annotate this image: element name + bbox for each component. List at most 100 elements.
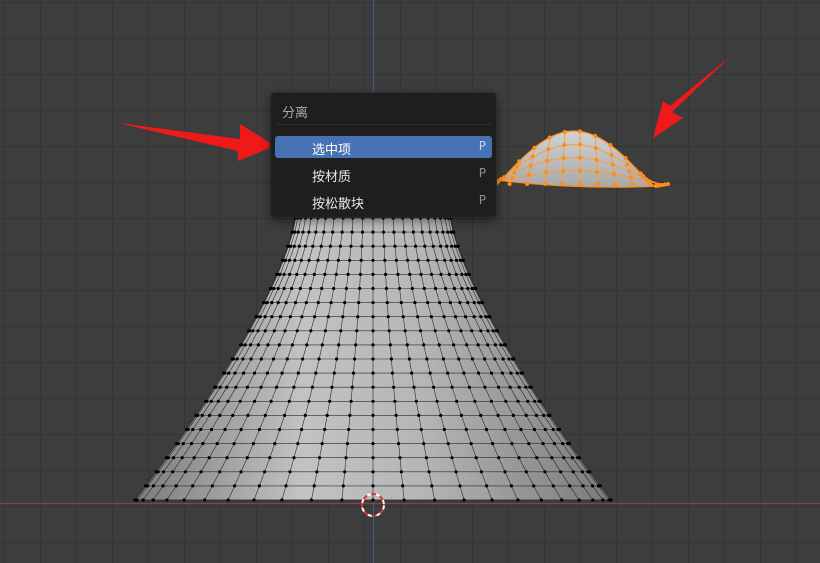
mesh-vertex: [431, 244, 435, 248]
mesh-vertex: [263, 315, 267, 319]
mesh-vertex: [427, 470, 431, 474]
mesh-vertex: [194, 413, 198, 417]
mesh-vertex: [414, 244, 418, 248]
mesh-vertex: [487, 315, 491, 319]
mesh-vertex: [546, 413, 550, 417]
mesh-vertex: [470, 357, 475, 361]
mesh-vertex: [253, 399, 257, 403]
mesh-vertex: [394, 413, 398, 417]
mesh-vertex: [210, 484, 214, 488]
mesh-vertex: [438, 301, 442, 305]
mesh-vertex: [429, 315, 433, 319]
mesh-vertex: [284, 301, 288, 305]
mesh-vertex: [319, 244, 323, 248]
mesh-vertex: [293, 258, 297, 262]
mesh-vertex: [479, 329, 483, 333]
mesh-vertex: [360, 244, 364, 248]
mesh-vertex: [263, 329, 267, 333]
mesh-vertex: [452, 286, 456, 291]
mesh-vertex: [393, 244, 397, 248]
mesh-vertex: [423, 244, 427, 248]
selected-vertex: [562, 143, 567, 147]
mesh-vertex: [445, 244, 449, 248]
mesh-vertex: [223, 427, 227, 432]
mesh-vertex: [543, 427, 547, 432]
mesh-vertex: [508, 385, 512, 389]
mesh-vertex: [222, 371, 226, 375]
mesh-vertex: [371, 456, 375, 460]
mesh-vertex: [474, 456, 478, 460]
mesh-vertex: [226, 498, 230, 502]
mesh-vertex: [269, 399, 273, 403]
mesh-vertex: [204, 399, 208, 403]
mesh-vertex: [511, 413, 515, 417]
menu-item-by-material[interactable]: 按材质 P: [275, 163, 492, 185]
mesh-vertex: [307, 230, 311, 234]
mesh-vertex: [450, 456, 454, 460]
mesh-vertex: [182, 498, 186, 502]
mesh-vertex: [469, 442, 473, 446]
mesh-vertex: [479, 470, 483, 474]
mesh-vertex: [534, 413, 539, 417]
mesh-vertex: [533, 399, 537, 403]
mesh-vertex: [417, 413, 421, 417]
mesh-vertex: [254, 315, 258, 319]
mesh-vertex: [381, 230, 386, 234]
mesh-vertex: [465, 343, 469, 347]
mesh-vertex: [416, 315, 420, 319]
mesh-vertex: [448, 301, 452, 305]
mesh-vertex: [245, 385, 249, 389]
mesh-vertex: [398, 286, 402, 291]
3d-viewport[interactable]: 分离 选中项 P 按材质 P 按松散块 P: [0, 0, 820, 563]
mesh-vertex: [307, 258, 311, 262]
mesh-object[interactable]: [133, 216, 613, 502]
mesh-vertex: [334, 272, 338, 276]
selected-mesh-piece[interactable]: [490, 129, 670, 188]
menu-item-selection[interactable]: 选中项 P: [275, 136, 492, 158]
mesh-vertex: [356, 315, 360, 319]
mesh-vertex: [387, 329, 391, 333]
selected-vertex: [560, 182, 565, 186]
mesh-vertex: [191, 484, 195, 488]
mesh-vertex: [537, 399, 541, 403]
mesh-vertex: [290, 286, 294, 291]
mesh-vertex: [257, 427, 262, 432]
separate-menu: 分离 选中项 P 按材质 P 按松散块 P: [270, 92, 497, 218]
mesh-vertex: [268, 286, 272, 291]
mesh-vertex: [230, 357, 234, 361]
mesh-vertex: [335, 357, 339, 361]
mesh-vertex: [385, 301, 389, 305]
mesh-vertex: [257, 484, 261, 488]
menu-item-by-loose-parts[interactable]: 按松散块 P: [275, 190, 492, 212]
mesh-vertex: [542, 413, 546, 417]
mesh-vertex: [184, 427, 189, 432]
mesh-vertex: [307, 399, 311, 403]
mesh-vertex: [251, 442, 255, 446]
mesh-vertex: [218, 413, 222, 417]
selected-vertex: [593, 145, 598, 150]
mesh-vertex: [192, 456, 196, 460]
selected-vertex: [525, 182, 530, 186]
arrow-annotation-right: [653, 55, 732, 138]
mesh-vertex: [470, 286, 474, 291]
mesh-vertex: [517, 456, 521, 460]
mesh-vertex: [151, 498, 155, 502]
mesh-vertex: [305, 343, 309, 347]
mesh-vertex: [551, 427, 555, 432]
menu-item-shortcut: P: [478, 193, 486, 207]
selected-vertex: [630, 182, 635, 186]
mesh-vertex: [562, 456, 566, 460]
mesh-vertex: [464, 427, 468, 432]
mesh-vertex: [577, 498, 581, 502]
mesh-vertex: [180, 456, 184, 460]
mesh-vertex: [183, 470, 187, 474]
mesh-vertex: [446, 442, 450, 446]
mesh-vertex: [218, 385, 222, 389]
mesh-vertex: [450, 244, 454, 248]
mesh-vertex: [310, 385, 314, 389]
mesh-vertex: [295, 272, 299, 276]
mesh-vertex: [301, 357, 305, 361]
mesh-vertex: [371, 385, 375, 389]
selected-vertex: [561, 156, 566, 160]
mesh-vertex: [371, 258, 375, 262]
